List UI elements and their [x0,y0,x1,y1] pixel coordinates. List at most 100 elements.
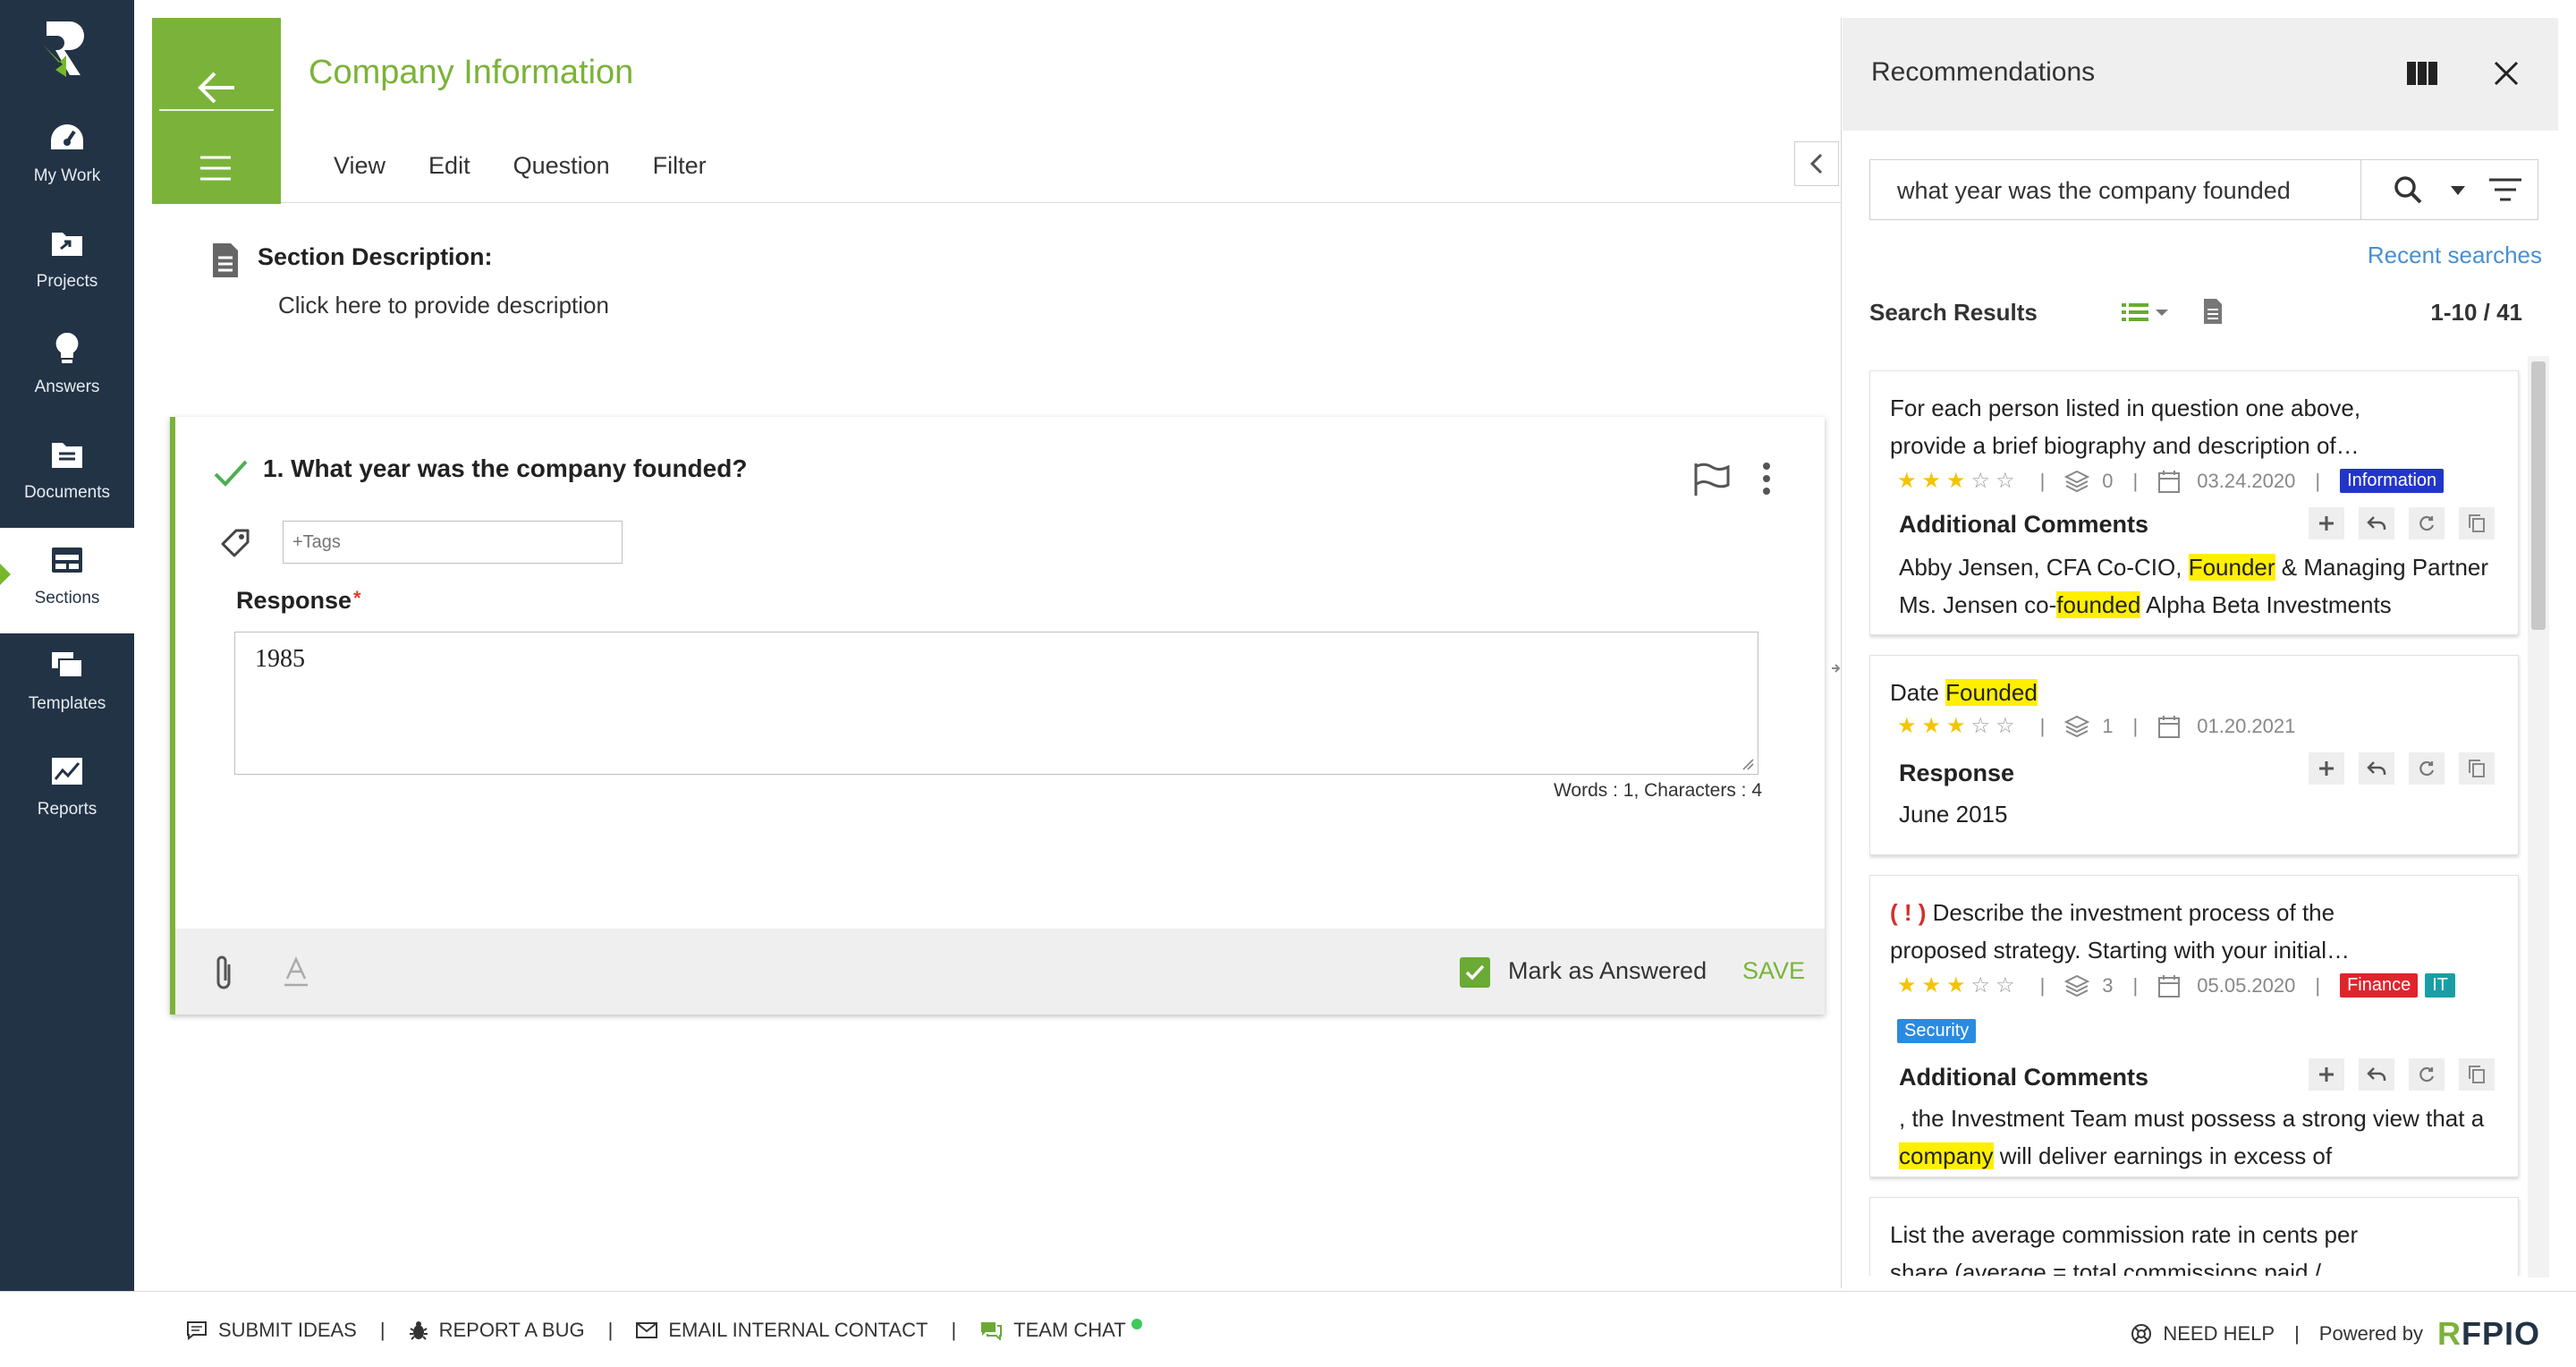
close-icon[interactable] [2492,59,2521,88]
nav-label: Projects [36,272,98,291]
menu-filter[interactable]: Filter [653,152,707,180]
response-textarea[interactable]: 1985 [234,632,1758,775]
submit-ideas-label: SUBMIT IDEAS [218,1319,357,1341]
report-bug-link[interactable]: REPORT A BUG [409,1319,585,1342]
caret-down-icon[interactable] [2450,185,2466,196]
menu-edit[interactable]: Edit [428,152,470,180]
flag-icon[interactable] [1692,462,1730,497]
result-card[interactable]: For each person listed in question one a… [1869,370,2519,635]
copy-button[interactable] [2459,1058,2495,1091]
result-section-label: Additional Comments [1899,511,2149,538]
result-card[interactable]: ( ! ) Describe the investment process of… [1869,875,2519,1177]
copy-button[interactable] [2459,752,2495,785]
search-icon[interactable] [2393,174,2423,205]
result-title: ( ! ) Describe the investment process of… [1890,894,2391,969]
add-answer-button[interactable] [2309,752,2344,785]
mark-answered-checkbox[interactable] [1460,957,1490,988]
result-date: 03.24.2020 [2197,469,2296,492]
copy-icon [2469,514,2485,532]
list-view-icon[interactable] [2120,301,2170,324]
reply-button[interactable] [2359,752,2394,785]
header-tile [152,18,281,204]
need-help-link[interactable]: NEED HELP [2131,1322,2275,1346]
calendar-icon [2158,715,2181,738]
result-card[interactable]: Date Founded ★★★☆☆ | 1 | 01.20.2021 Resp… [1869,655,2519,855]
document-icon [213,243,238,277]
team-chat-link[interactable]: TEAM CHAT [979,1319,1142,1342]
body-text: Abby Jensen, CFA Co-CIO, [1899,554,2189,581]
response-label-text: Response [236,587,352,614]
resize-grip-icon[interactable] [1741,758,1754,770]
replace-button[interactable] [2409,507,2445,539]
result-actions [2309,752,2495,785]
result-title: List the average commission rate in cent… [1890,1221,2359,1276]
submit-ideas-link[interactable]: SUBMIT IDEAS [186,1319,357,1342]
nav-my-work[interactable]: My Work [0,106,134,211]
save-button[interactable]: SAVE [1742,957,1805,985]
footer-separator: | [607,1319,614,1341]
more-options-icon[interactable] [1760,462,1773,496]
answered-check-icon [214,460,248,487]
reply-icon [2367,516,2386,530]
rfpio-logo-icon[interactable] [39,18,93,81]
alert-icon: ( ! ) [1890,899,1927,926]
section-description-input[interactable]: Click here to provide description [278,292,609,319]
title-text: Describe the investment process of the p… [1890,899,2350,964]
nav-projects[interactable]: Projects [0,211,134,317]
body-text: will deliver earnings in excess of [1993,1142,2333,1169]
reply-button[interactable] [2359,1058,2394,1091]
add-answer-button[interactable] [2309,507,2344,539]
nav-sections[interactable]: Sections [0,528,134,633]
attachment-icon[interactable] [211,954,238,993]
highlight-text: founded [2056,591,2141,618]
tags-input[interactable] [283,521,623,564]
nav-label: Answers [34,378,100,396]
document-view-icon[interactable] [2202,297,2224,326]
versions-count: 0 [2102,469,2114,492]
nav-documents[interactable]: Documents [0,422,134,528]
footer-separator: | [379,1319,386,1341]
word-count: Words : 1, Characters : 4 [1553,780,1762,801]
email-contact-link[interactable]: EMAIL INTERNAL CONTACT [636,1319,928,1342]
text-format-icon[interactable] [283,955,309,988]
rating-stars: ★★★☆☆ [1897,973,2021,998]
search-divider [2360,160,2361,219]
result-section-label: Response [1899,760,2015,786]
mark-answered-label[interactable]: Mark as Answered [1508,957,1707,985]
nav-reports[interactable]: Reports [0,739,134,845]
menu-question[interactable]: Question [513,152,610,180]
rfpio-brand-logo: RFPIO [2437,1315,2540,1353]
reply-button[interactable] [2359,507,2394,539]
scrollbar-thumb[interactable] [2531,361,2546,630]
back-arrow-icon[interactable] [197,70,236,106]
search-input[interactable]: what year was the company founded [1869,159,2538,220]
add-answer-button[interactable] [2309,1058,2344,1091]
nav-label: Documents [23,483,111,502]
result-body: Abby Jensen, CFA Co-CIO, Founder & Manag… [1899,548,2507,624]
footer: SUBMIT IDEAS | REPORT A BUG | EMAIL INTE… [0,1291,2576,1367]
documents-icon [47,435,87,474]
footer-separator: | [951,1319,957,1341]
recent-searches-link[interactable]: Recent searches [2368,242,2542,269]
checkmark-icon [1465,964,1485,981]
result-section-label: Additional Comments [1899,1064,2149,1091]
columns-icon[interactable] [2406,61,2438,86]
highlight-text: company [1899,1142,1994,1169]
collapse-panel-button[interactable] [1794,141,1839,186]
copy-button[interactable] [2459,507,2495,539]
refresh-icon [2419,1066,2435,1083]
rating-stars: ★★★☆☆ [1897,469,2021,493]
nav-answers[interactable]: Answers [0,317,134,422]
replace-button[interactable] [2409,1058,2445,1091]
result-card[interactable]: List the average commission rate in cent… [1869,1197,2519,1276]
replace-button[interactable] [2409,752,2445,785]
reply-icon [2367,761,2386,775]
nav-templates[interactable]: Templates [0,633,134,739]
tag-badge: Finance [2340,973,2419,998]
meta-separator: | [2132,973,2139,997]
hamburger-menu-icon[interactable] [199,154,233,183]
powered-by-label: Powered by [2318,1322,2423,1345]
menu-view[interactable]: View [334,152,386,180]
sort-icon[interactable] [2487,176,2523,203]
left-nav: My Work Projects Answers Documents Secti… [0,0,134,1291]
